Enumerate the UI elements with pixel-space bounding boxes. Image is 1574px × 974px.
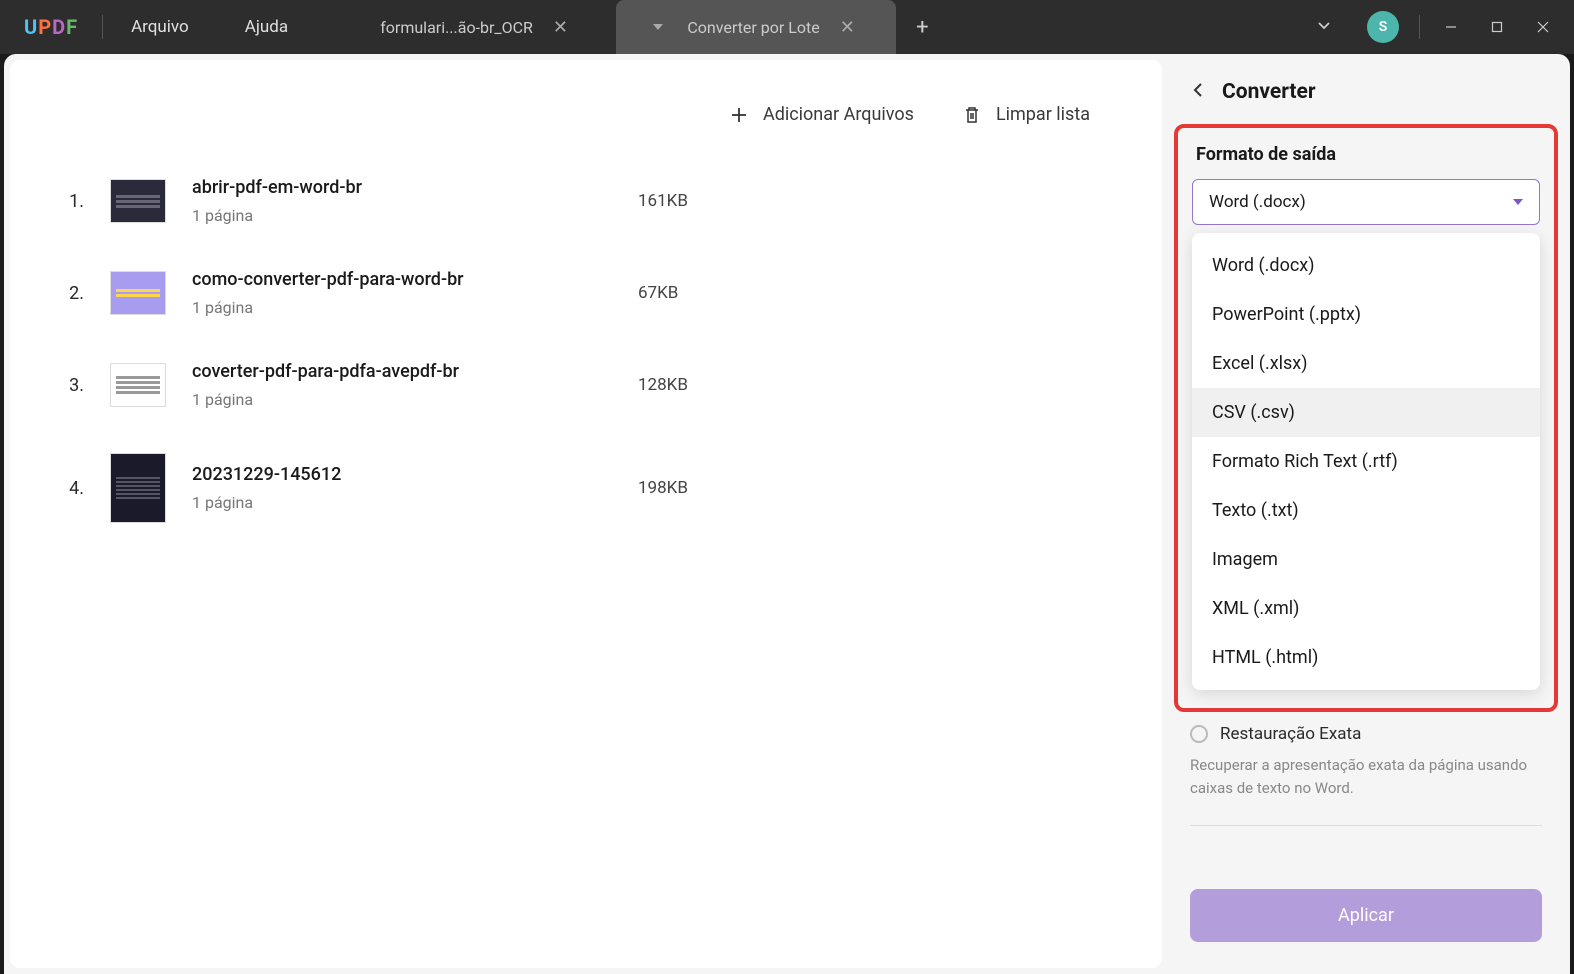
help-text: Recuperar a apresentação exata da página… <box>1168 748 1564 817</box>
format-option-rtf[interactable]: Formato Rich Text (.rtf) <box>1192 437 1540 486</box>
divider <box>1190 825 1542 826</box>
file-name: coverter-pdf-para-pdfa-avepdf-br <box>192 361 612 382</box>
format-option-excel[interactable]: Excel (.xlsx) <box>1192 339 1540 388</box>
maximize-button[interactable] <box>1474 7 1520 47</box>
close-button[interactable] <box>1520 7 1566 47</box>
file-info: coverter-pdf-para-pdfa-avepdf-br 1 págin… <box>192 361 612 409</box>
format-option-xml[interactable]: XML (.xml) <box>1192 584 1540 633</box>
file-info: abrir-pdf-em-word-br 1 página <box>192 177 612 225</box>
file-size: 161KB <box>638 191 688 211</box>
tab-label: Converter por Lote <box>687 18 819 37</box>
select-value: Word (.docx) <box>1209 192 1306 212</box>
file-size: 198KB <box>638 478 688 498</box>
restoration-radio[interactable]: Restauração Exata <box>1168 712 1564 748</box>
workspace: Adicionar Arquivos Limpar lista 1. abrir… <box>4 54 1570 974</box>
window-controls <box>1428 7 1566 47</box>
file-info: como-converter-pdf-para-word-br 1 página <box>192 269 612 317</box>
plus-icon <box>729 105 749 125</box>
clear-list-button[interactable]: Limpar lista <box>962 104 1090 125</box>
format-dropdown: Word (.docx) PowerPoint (.pptx) Excel (.… <box>1192 233 1540 690</box>
divider <box>1419 15 1420 39</box>
close-icon[interactable]: ✕ <box>836 13 859 42</box>
format-option-image[interactable]: Imagem <box>1192 535 1540 584</box>
list-item[interactable]: 3. coverter-pdf-para-pdfa-avepdf-br 1 pá… <box>58 339 1114 431</box>
file-size: 128KB <box>638 375 688 395</box>
list-item[interactable]: 1. abrir-pdf-em-word-br 1 página 161KB <box>58 155 1114 247</box>
radio-label: Restauração Exata <box>1220 724 1361 744</box>
format-option-html[interactable]: HTML (.html) <box>1192 633 1540 682</box>
minimize-button[interactable] <box>1428 7 1474 47</box>
side-panel: Converter Formato de saída Word (.docx) … <box>1168 60 1564 968</box>
close-icon[interactable]: ✕ <box>549 13 572 42</box>
avatar[interactable]: S <box>1367 11 1399 43</box>
apply-area: Aplicar <box>1168 869 1564 950</box>
tab-label: formulari...ão-br_OCR <box>380 18 533 37</box>
format-select[interactable]: Word (.docx) <box>1192 179 1540 225</box>
thumbnail <box>110 179 166 223</box>
button-label: Limpar lista <box>996 104 1090 125</box>
thumbnail <box>110 271 166 315</box>
format-option-powerpoint[interactable]: PowerPoint (.pptx) <box>1192 290 1540 339</box>
titlebar: UPDF Arquivo Ajuda formulari...ão-br_OCR… <box>0 0 1574 54</box>
radio-icon <box>1190 725 1208 743</box>
list-item[interactable]: 2. como-converter-pdf-para-word-br 1 pág… <box>58 247 1114 339</box>
item-number: 4. <box>58 478 84 499</box>
button-label: Adicionar Arquivos <box>763 104 914 125</box>
file-pages: 1 página <box>192 493 612 512</box>
apply-button[interactable]: Aplicar <box>1190 889 1542 942</box>
side-header: Converter <box>1168 78 1564 124</box>
list-item[interactable]: 4. 20231229-145612 1 página 198KB <box>58 431 1114 545</box>
thumbnail <box>110 453 166 523</box>
format-option-csv[interactable]: CSV (.csv) <box>1192 388 1540 437</box>
file-name: abrir-pdf-em-word-br <box>192 177 612 198</box>
file-name: como-converter-pdf-para-word-br <box>192 269 612 290</box>
file-pages: 1 página <box>192 390 612 409</box>
format-label: Formato de saída <box>1192 144 1540 165</box>
chevron-down-icon[interactable] <box>1301 10 1347 45</box>
app-logo: UPDF <box>0 15 102 39</box>
format-option-word[interactable]: Word (.docx) <box>1192 241 1540 290</box>
chevron-down-icon <box>1513 199 1523 205</box>
format-option-txt[interactable]: Texto (.txt) <box>1192 486 1540 535</box>
menu-help[interactable]: Ajuda <box>217 17 316 37</box>
item-number: 1. <box>58 191 84 212</box>
item-number: 3. <box>58 375 84 396</box>
add-tab-button[interactable]: + <box>896 0 948 54</box>
file-pages: 1 página <box>192 298 612 317</box>
menu-file[interactable]: Arquivo <box>103 17 217 37</box>
thumbnail <box>110 363 166 407</box>
toolbar: Adicionar Arquivos Limpar lista <box>58 84 1114 155</box>
file-list: 1. abrir-pdf-em-word-br 1 página 161KB 2… <box>58 155 1114 944</box>
tabs: formulari...ão-br_OCR ✕ Converter por Lo… <box>336 0 948 54</box>
file-size: 67KB <box>638 283 678 303</box>
file-pages: 1 página <box>192 206 612 225</box>
trash-icon <box>962 105 982 125</box>
file-info: 20231229-145612 1 página <box>192 464 612 512</box>
add-files-button[interactable]: Adicionar Arquivos <box>729 104 914 125</box>
panel-title: Converter <box>1222 80 1316 104</box>
chevron-left-icon[interactable] <box>1188 78 1208 106</box>
chevron-down-icon[interactable] <box>653 24 663 30</box>
titlebar-right: S <box>1301 7 1574 47</box>
file-name: 20231229-145612 <box>192 464 612 485</box>
tab-document[interactable]: formulari...ão-br_OCR ✕ <box>336 0 616 54</box>
tab-batch-convert[interactable]: Converter por Lote ✕ <box>616 0 896 54</box>
highlight-box: Formato de saída Word (.docx) Word (.doc… <box>1174 124 1558 712</box>
item-number: 2. <box>58 283 84 304</box>
main-panel: Adicionar Arquivos Limpar lista 1. abrir… <box>10 60 1162 968</box>
